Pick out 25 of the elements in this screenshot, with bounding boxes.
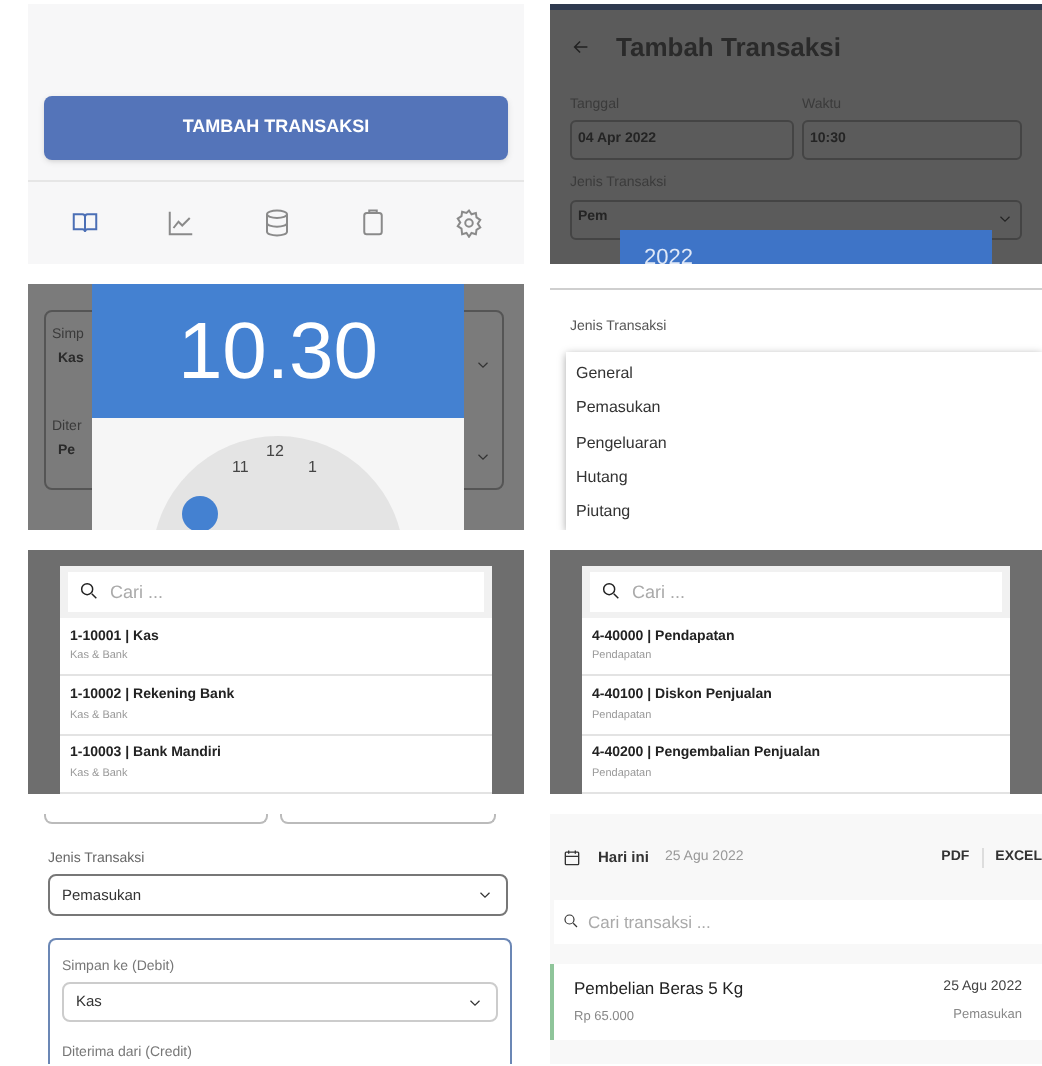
search-icon xyxy=(600,580,622,602)
search-icon xyxy=(562,912,580,930)
transaction-title: Pembelian Beras 5 Kg xyxy=(574,976,744,1002)
time-display: 10.30 xyxy=(92,284,464,418)
dropdown-option[interactable]: Pengeluaran xyxy=(566,425,1042,461)
back-arrow-icon xyxy=(570,36,592,59)
calendar-icon xyxy=(562,848,582,868)
line-chart-icon xyxy=(165,208,195,238)
book-icon xyxy=(69,208,99,238)
add-transaction-button[interactable]: TAMBAH TRANSAKSI xyxy=(44,96,508,160)
dropdown-option[interactable]: Hutang xyxy=(566,460,1042,496)
year-header[interactable]: 2022 xyxy=(620,230,992,264)
clock-number[interactable]: 1 xyxy=(308,456,317,480)
clock-number[interactable]: 12 xyxy=(266,440,284,464)
dropdown-option[interactable]: Piutang xyxy=(566,495,1042,530)
dropdown-option[interactable]: Pemasukan xyxy=(566,390,1042,426)
settings-icon xyxy=(453,208,483,238)
database-icon xyxy=(261,208,291,238)
search-icon xyxy=(78,580,100,602)
clock-number[interactable]: 11 xyxy=(232,456,249,480)
dropdown-option[interactable]: General xyxy=(566,356,1042,391)
clipboard-icon xyxy=(357,208,387,238)
search-field[interactable]: Cari ... xyxy=(68,572,484,612)
search-field[interactable]: Cari ... xyxy=(590,572,1002,612)
search-field[interactable]: Cari transaksi ... xyxy=(554,900,1042,944)
